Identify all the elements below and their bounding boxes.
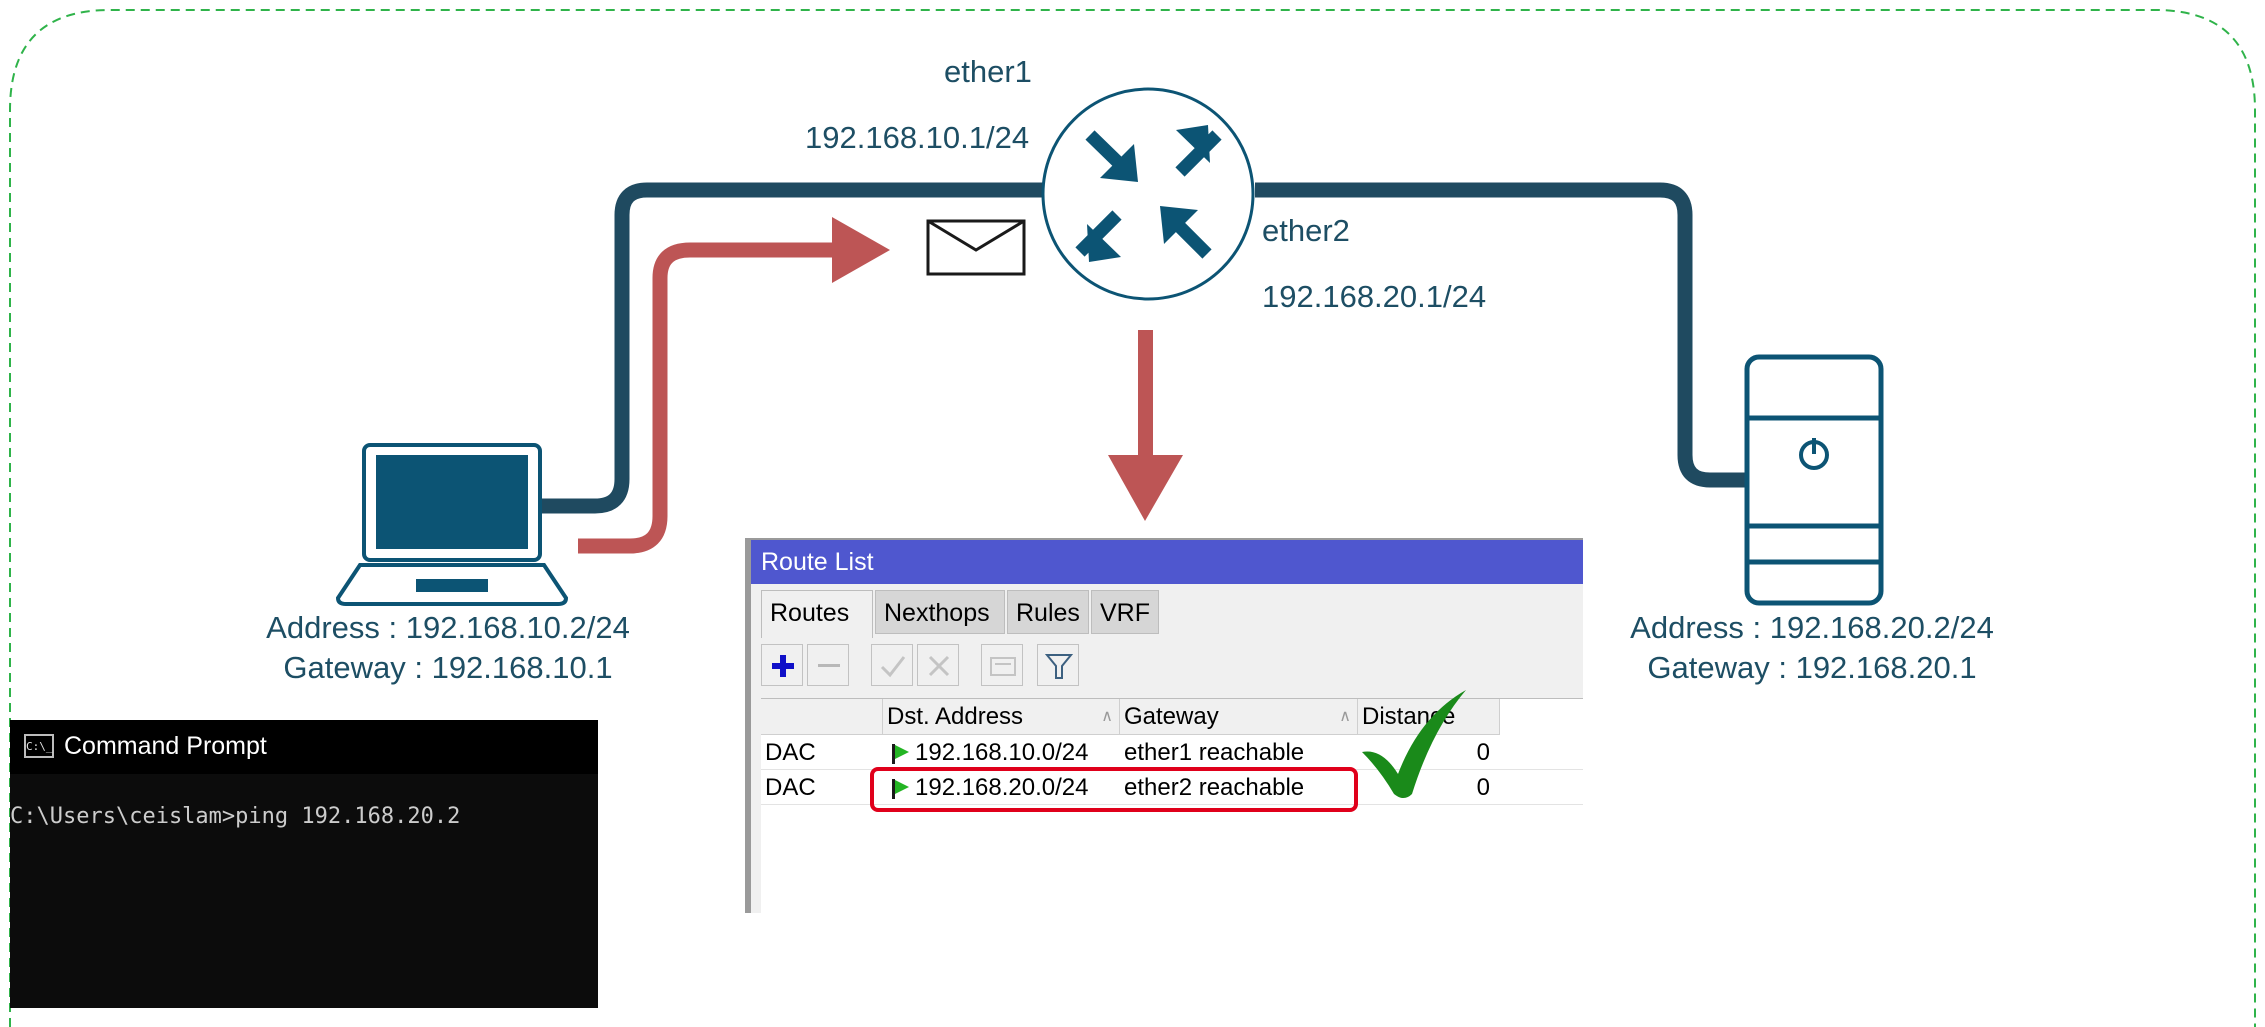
tab-nexthops[interactable]: Nexthops bbox=[875, 590, 1005, 634]
packet-arrowhead bbox=[832, 217, 890, 283]
cmd-title: Command Prompt bbox=[64, 732, 267, 760]
comment-icon bbox=[990, 657, 1016, 676]
tab-rules[interactable]: Rules bbox=[1007, 590, 1089, 634]
column-header-gateway[interactable]: Gateway ∧ bbox=[1120, 699, 1358, 735]
route-list-titlebar[interactable]: Route List bbox=[751, 540, 1583, 584]
ether1-address-label: 192.168.10.1/24 bbox=[805, 120, 1030, 155]
command-prompt-window[interactable]: C:\_ Command Prompt C:\Users\ceislam>pin… bbox=[10, 720, 598, 1008]
disable-button[interactable] bbox=[917, 644, 959, 686]
row-flags: DAC bbox=[765, 774, 816, 801]
server-label: Address : 192.168.20.2/24 Gateway : 192.… bbox=[1612, 608, 2012, 688]
down-arrow bbox=[1108, 330, 1183, 521]
flag-icon bbox=[892, 744, 909, 764]
ether2-label: ether2 bbox=[1262, 213, 1350, 248]
server-icon bbox=[1744, 354, 1884, 606]
server-address: Address : 192.168.20.2/24 bbox=[1630, 610, 1994, 645]
plus-icon bbox=[772, 655, 794, 677]
enable-button[interactable] bbox=[871, 644, 913, 686]
column-header-flags[interactable] bbox=[761, 699, 883, 735]
comment-button[interactable] bbox=[981, 644, 1023, 686]
route-highlight-box bbox=[870, 767, 1358, 812]
minus-icon bbox=[818, 664, 840, 667]
column-header-dst-address-label: Dst. Address bbox=[887, 703, 1024, 730]
filter-button[interactable] bbox=[1037, 644, 1079, 686]
route-list-title: Route List bbox=[761, 548, 874, 576]
ether1-label: ether1 bbox=[944, 54, 1032, 89]
column-header-gateway-label: Gateway bbox=[1124, 703, 1219, 730]
laptop-icon bbox=[335, 443, 569, 606]
cmd-icon: C:\_ bbox=[24, 734, 54, 758]
laptop-gateway: Gateway : 192.168.10.1 bbox=[283, 650, 613, 685]
envelope-icon bbox=[926, 219, 1026, 276]
server-gateway: Gateway : 192.168.20.1 bbox=[1647, 650, 1977, 685]
filter-icon bbox=[1044, 654, 1074, 679]
tab-vrf[interactable]: VRF bbox=[1091, 590, 1159, 634]
sort-arrow-icon: ∧ bbox=[1339, 708, 1351, 725]
sort-arrow-icon: ∧ bbox=[1101, 708, 1113, 725]
laptop-address: Address : 192.168.10.2/24 bbox=[266, 610, 630, 645]
cross-icon bbox=[928, 655, 950, 677]
add-button[interactable] bbox=[761, 644, 803, 686]
router-icon bbox=[1041, 87, 1255, 301]
row-dst-address: 192.168.10.0/24 bbox=[915, 739, 1089, 766]
row-flags: DAC bbox=[765, 739, 816, 766]
row-gateway: ether1 reachable bbox=[1124, 739, 1305, 766]
laptop-label: Address : 192.168.10.2/24 Gateway : 192.… bbox=[248, 608, 648, 688]
column-header-dst-address[interactable]: Dst. Address ∧ bbox=[883, 699, 1120, 735]
cmd-titlebar[interactable]: C:\_ Command Prompt bbox=[10, 720, 598, 774]
checkmark-icon bbox=[1362, 690, 1466, 798]
remove-button[interactable] bbox=[807, 644, 849, 686]
cmd-command-line[interactable]: C:\Users\ceislam>ping 192.168.20.2 bbox=[10, 806, 460, 828]
tab-routes[interactable]: Routes bbox=[761, 590, 873, 638]
check-icon bbox=[880, 656, 906, 678]
ether2-address-label: 192.168.20.1/24 bbox=[1262, 279, 1487, 314]
